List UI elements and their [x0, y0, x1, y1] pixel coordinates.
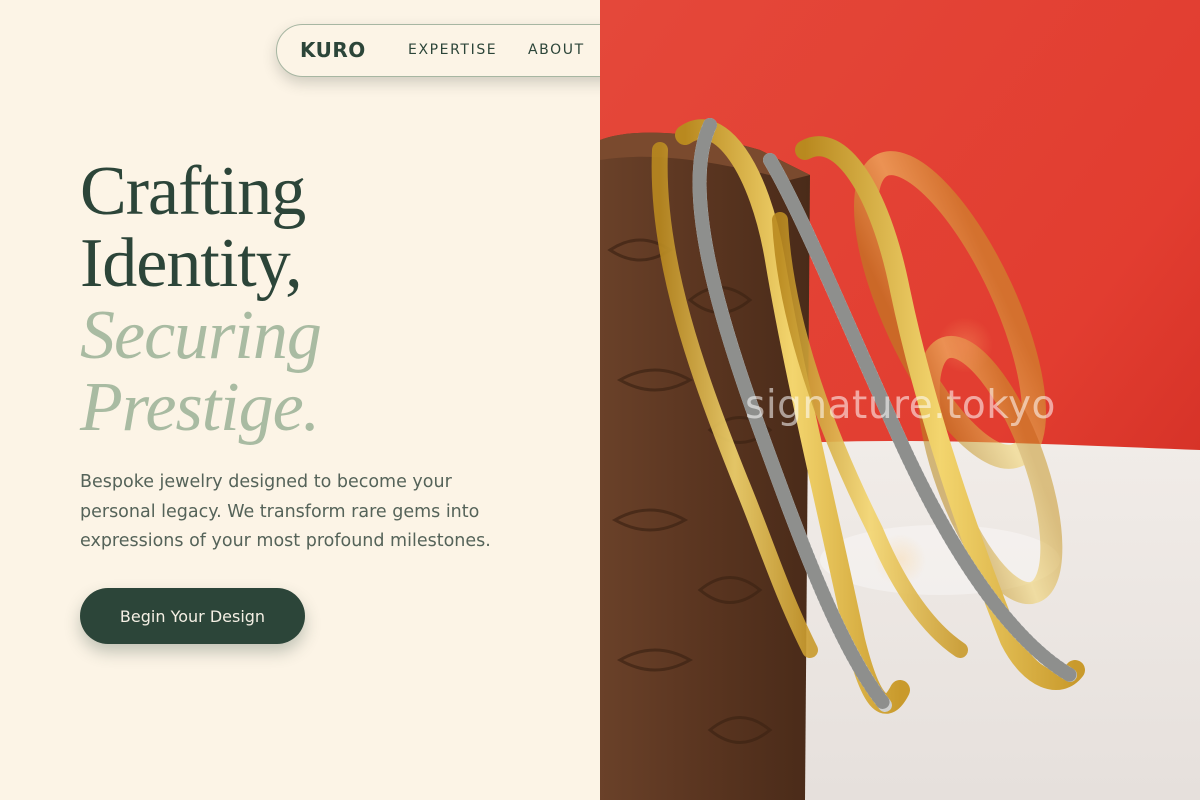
image-watermark: signature.tokyo — [745, 383, 1056, 428]
nav-link-about[interactable]: ABOUT — [528, 42, 585, 58]
brand-logo[interactable]: KURO — [300, 38, 366, 62]
hero-title-accent-line: Securing — [80, 297, 322, 374]
hero-title: Crafting Identity, Securing Prestige. — [80, 153, 322, 446]
hero-title-line: Crafting — [80, 153, 306, 230]
hero-title-line: Identity, — [80, 225, 303, 302]
hero-description: Bespoke jewelry designed to become your … — [80, 472, 491, 551]
hero-title-accent-line: Prestige. — [80, 369, 320, 446]
begin-design-button[interactable]: Begin Your Design — [80, 588, 305, 644]
top-navigation: KURO EXPERTISE ABOUT — [276, 24, 656, 77]
nav-link-expertise[interactable]: EXPERTISE — [408, 42, 497, 58]
